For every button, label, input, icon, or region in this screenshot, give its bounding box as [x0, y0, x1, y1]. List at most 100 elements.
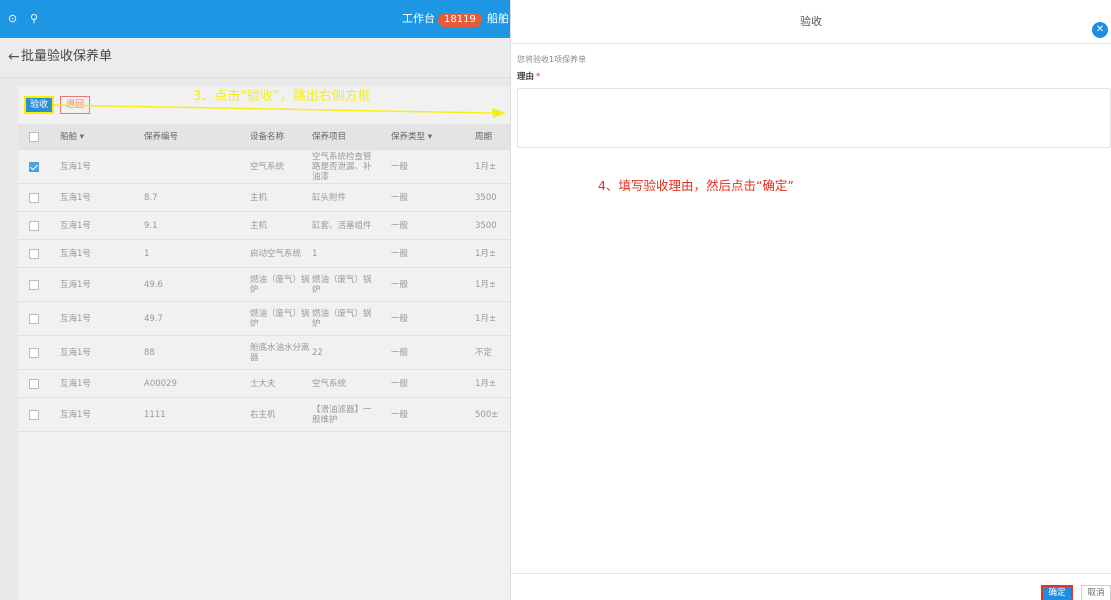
- row-checkbox[interactable]: [29, 161, 39, 172]
- cancel-button[interactable]: 取消: [1081, 585, 1111, 600]
- reason-label-text: 理由: [517, 72, 535, 82]
- column-header-code: 保养编号: [144, 131, 179, 142]
- cell-ship: 互海1号: [60, 161, 91, 172]
- cell-item: 燃油（废气）锅炉: [312, 274, 372, 295]
- cell-item: 缸套、活塞组件: [312, 220, 372, 231]
- step3-arrow: [54, 104, 506, 118]
- back-arrow-icon[interactable]: ←: [8, 50, 20, 64]
- cell-device: 士大夫: [250, 378, 276, 389]
- cell-ship: 互海1号: [60, 192, 91, 203]
- cell-type: 一般: [391, 378, 409, 389]
- row-checkbox[interactable]: [29, 248, 39, 259]
- menu-circle-icon[interactable]: ⊙: [8, 12, 17, 26]
- column-header-ship[interactable]: 船舶 ▾: [60, 132, 84, 142]
- close-icon[interactable]: ✕: [1092, 22, 1108, 38]
- cell-code: 9.1: [144, 220, 158, 231]
- reason-input[interactable]: [517, 88, 1111, 148]
- cell-type: 一般: [391, 161, 409, 172]
- cell-ship: 互海1号: [60, 347, 91, 358]
- step4-annotation: 4、填写验收理由，然后点击“确定”: [598, 178, 794, 193]
- row-checkbox[interactable]: [29, 378, 39, 389]
- cell-code: 8.7: [144, 192, 158, 203]
- row-checkbox[interactable]: [29, 279, 39, 290]
- cell-cycle: 1月±: [475, 161, 497, 172]
- cell-device: 燃油（废气）锅炉: [250, 274, 310, 295]
- ship-nav-link[interactable]: 船舶: [487, 11, 509, 27]
- cell-item: 燃油（废气）锅炉: [312, 308, 372, 329]
- cell-type: 一般: [391, 192, 409, 203]
- cell-item: 【滑油滤器】一般维护: [312, 404, 372, 425]
- column-header-device: 设备名称: [250, 131, 285, 142]
- cell-device: 启动空气系统: [250, 248, 302, 259]
- search-icon[interactable]: ⚲: [30, 12, 38, 26]
- column-header-item: 保养项目: [312, 131, 347, 142]
- cell-cycle: 3500: [475, 220, 497, 231]
- cell-ship: 互海1号: [60, 220, 91, 231]
- cell-cycle: 1月±: [475, 248, 497, 259]
- table-row[interactable]: 互海1号 A00029 士大夫 空气系统 一般 1月±: [18, 370, 510, 398]
- confirm-button[interactable]: 确定: [1041, 585, 1073, 600]
- cell-cycle: 1月±: [475, 378, 497, 389]
- reason-label: 理由 *: [517, 72, 540, 82]
- cell-ship: 互海1号: [60, 409, 91, 420]
- cell-type: 一般: [391, 248, 409, 259]
- row-checkbox[interactable]: [29, 313, 39, 324]
- cell-code: 49.7: [144, 313, 163, 324]
- cell-type: 一般: [391, 313, 409, 324]
- cell-device: 舱底水油水分离器: [250, 342, 310, 363]
- table-header-row: 船舶 ▾ 保养编号 设备名称 保养项目 保养类型 ▾ 周期: [18, 124, 510, 150]
- column-header-cycle: 周期: [475, 131, 493, 142]
- cell-ship: 互海1号: [60, 313, 91, 324]
- drawer-description: 您将验收1项保养单: [517, 55, 587, 64]
- cell-type: 一般: [391, 220, 409, 231]
- workbench-link[interactable]: 工作台 18119: [402, 11, 482, 27]
- table-row[interactable]: 互海1号 空气系统 空气系统检查管路是否泄漏、补油漆 一般 1月±: [18, 150, 510, 184]
- cell-code: 49.6: [144, 279, 163, 290]
- cell-code: 88: [144, 347, 155, 358]
- cell-item: 空气系统: [312, 378, 347, 389]
- row-checkbox[interactable]: [29, 220, 39, 231]
- cell-type: 一般: [391, 347, 409, 358]
- table-row[interactable]: 互海1号 88 舱底水油水分离器 22 一般 不定: [18, 336, 510, 370]
- cell-cycle: 1月±: [475, 279, 497, 290]
- cell-device: 空气系统: [250, 161, 285, 172]
- drawer-footer: 确定 取消: [511, 573, 1111, 600]
- cell-ship: 互海1号: [60, 378, 91, 389]
- cell-code: 1: [144, 248, 150, 259]
- cell-item: 1: [312, 248, 318, 259]
- drawer-header: 验收 ✕: [511, 0, 1111, 44]
- row-checkbox[interactable]: [29, 192, 39, 203]
- cell-device: 燃油（废气）锅炉: [250, 308, 310, 329]
- accept-button[interactable]: 验收: [24, 96, 54, 114]
- row-checkbox[interactable]: [29, 409, 39, 420]
- workbench-count-badge: 18119: [438, 13, 482, 27]
- cell-code: A00029: [144, 378, 177, 389]
- maintenance-table: 船舶 ▾ 保养编号 设备名称 保养项目 保养类型 ▾ 周期 互海1号 空气系统 空气…: [18, 124, 510, 432]
- cell-type: 一般: [391, 279, 409, 290]
- workbench-label: 工作台: [402, 12, 435, 25]
- cell-device: 右主机: [250, 409, 276, 420]
- cell-item: 缸头附件: [312, 192, 347, 203]
- table-row[interactable]: 互海1号 8.7 主机 缸头附件 一般 3500: [18, 184, 510, 212]
- drawer-title: 验收: [800, 15, 822, 28]
- top-bar: ⊙ ⚲ 工作台 18119 船舶: [0, 0, 510, 38]
- cell-device: 主机: [250, 192, 268, 203]
- cell-device: 主机: [250, 220, 268, 231]
- cell-cycle: 不定: [475, 347, 493, 358]
- table-row[interactable]: 互海1号 1111 右主机 【滑油滤器】一般维护 一般 500±: [18, 398, 510, 432]
- table-row[interactable]: 互海1号 9.1 主机 缸套、活塞组件 一般 3500: [18, 212, 510, 240]
- cell-type: 一般: [391, 409, 409, 420]
- page-header: ← 批量验收保养单: [0, 38, 510, 78]
- cell-cycle: 1月±: [475, 313, 497, 324]
- cell-cycle: 3500: [475, 192, 497, 203]
- row-checkbox[interactable]: [29, 347, 39, 358]
- table-row[interactable]: 互海1号 1 启动空气系统 1 一般 1月±: [18, 240, 510, 268]
- page-title: 批量验收保养单: [21, 49, 113, 64]
- table-row[interactable]: 互海1号 49.6 燃油（废气）锅炉 燃油（废气）锅炉 一般 1月±: [18, 268, 510, 302]
- column-header-type[interactable]: 保养类型 ▾: [391, 132, 432, 142]
- required-mark: *: [536, 72, 541, 82]
- cell-item: 22: [312, 347, 323, 358]
- select-all-checkbox[interactable]: [29, 131, 39, 142]
- table-row[interactable]: 互海1号 49.7 燃油（废气）锅炉 燃油（废气）锅炉 一般 1月±: [18, 302, 510, 336]
- cell-item: 空气系统检查管路是否泄漏、补油漆: [312, 151, 372, 182]
